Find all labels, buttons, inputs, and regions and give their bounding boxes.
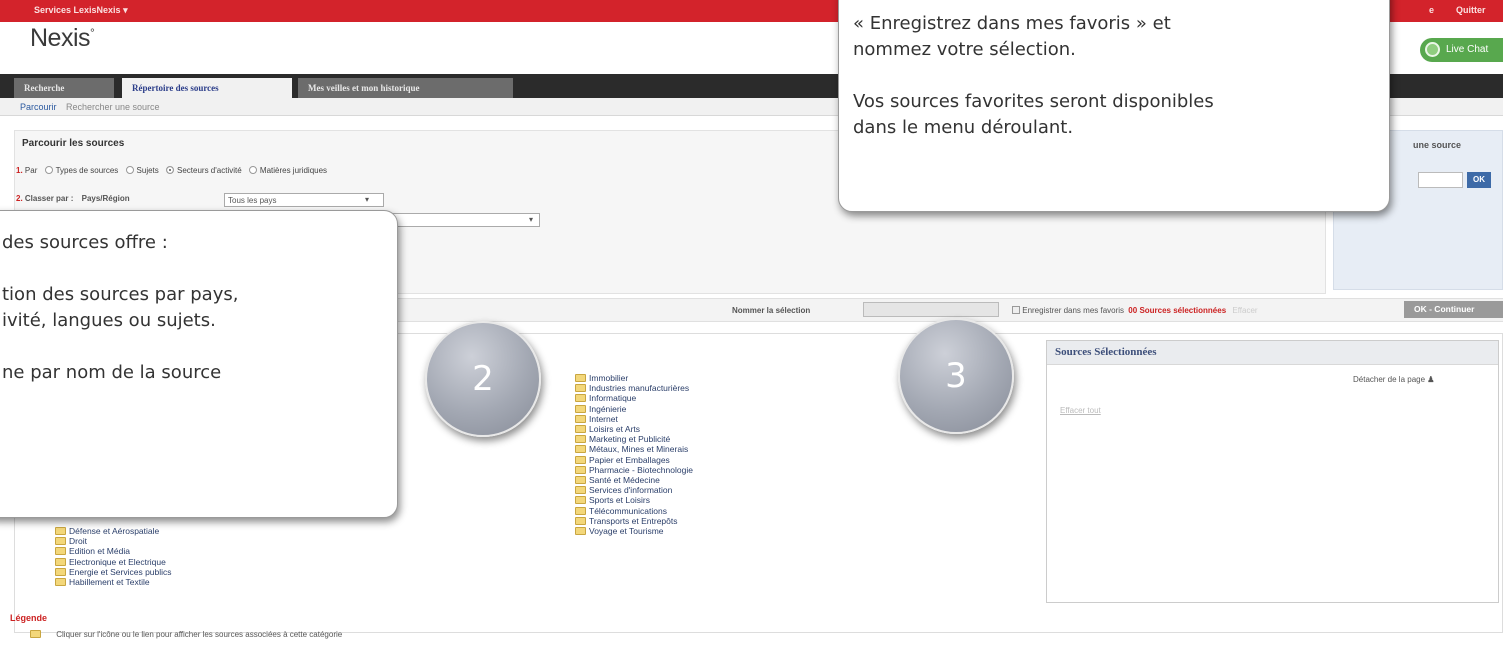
category-item[interactable]: Services d'information <box>575 485 693 495</box>
country-select[interactable]: Tous les pays ▾ <box>224 193 384 207</box>
category-item[interactable]: Papier et Emballages <box>575 455 693 465</box>
radio-secteurs[interactable] <box>166 166 174 174</box>
selected-count: 00 <box>1128 306 1138 315</box>
services-menu[interactable]: Services LexisNexis ▾ <box>34 5 128 16</box>
radio-types[interactable] <box>44 166 53 174</box>
save-favorites-checkbox[interactable] <box>1012 306 1020 314</box>
callout-favorites: « Enregistrez dans mes favoris » et nomm… <box>838 0 1390 212</box>
folder-icon <box>575 414 586 423</box>
secondary-select[interactable]: ▾ <box>380 213 540 227</box>
category-item[interactable]: Marketing et Publicité <box>575 434 693 444</box>
callout-sources-directory: des sources offre : tion des sources par… <box>0 210 398 518</box>
chat-bubble-icon <box>1425 42 1440 57</box>
person-icon: ♟ <box>1427 375 1435 384</box>
folder-icon <box>55 557 66 566</box>
save-favorites-row: Enregistrer dans mes favoris 00 Sources … <box>1012 306 1258 315</box>
folder-icon <box>575 425 586 434</box>
step1-row: 1. Par Types de sources Sujets Secteurs … <box>16 166 328 175</box>
category-item[interactable]: Industries manufacturières <box>575 383 693 393</box>
selected-sources-title: Sources Sélectionnées <box>1047 341 1498 365</box>
category-item[interactable]: Métaux, Mines et Minerais <box>575 444 693 454</box>
folder-icon <box>55 567 66 576</box>
category-item[interactable]: Informatique <box>575 393 693 403</box>
category-item[interactable]: Voyage et Tourisme <box>575 526 693 536</box>
category-item[interactable]: Défense et Aérospatiale <box>55 526 172 536</box>
detach-link[interactable]: Détacher de la page ♟ <box>1353 375 1434 384</box>
folder-icon <box>55 527 66 535</box>
folder-icon <box>575 496 586 505</box>
search-source-title: une source <box>1413 140 1462 150</box>
legend-title: Légende <box>10 613 48 623</box>
folder-icon <box>575 374 586 382</box>
folder-icon <box>575 476 586 485</box>
category-list-left: Défense et Aérospatiale Droit Edition et… <box>55 526 172 587</box>
folder-icon <box>55 547 66 556</box>
category-list-middle: Immobilier Industries manufacturières In… <box>575 373 693 536</box>
folder-icon <box>575 527 586 536</box>
tab-repertoire-sources[interactable]: Répertoire des sources <box>122 78 292 98</box>
category-item[interactable]: Edition et Média <box>55 546 172 556</box>
subnav-rechercher-source[interactable]: Rechercher une source <box>66 102 160 112</box>
folder-icon <box>575 465 586 474</box>
category-item[interactable]: Ingénierie <box>575 404 693 414</box>
category-item[interactable]: Sports et Loisirs <box>575 495 693 505</box>
search-ok-button[interactable]: OK <box>1467 172 1491 188</box>
live-chat-button[interactable]: Live Chat <box>1420 38 1503 62</box>
folder-icon <box>575 455 586 464</box>
chevron-down-icon: ▾ <box>528 215 533 224</box>
folder-icon <box>575 404 586 413</box>
folder-icon <box>55 578 66 587</box>
chevron-down-icon: ▾ <box>364 195 369 204</box>
quit-link[interactable]: Quitter <box>1456 5 1486 15</box>
clear-selection-link[interactable]: Effacer <box>1232 306 1257 315</box>
step-badge-2: 2 <box>425 321 541 437</box>
ok-continue-button[interactable]: OK - Continuer <box>1404 301 1503 318</box>
step-badge-3: 3 <box>898 318 1014 434</box>
search-source-input[interactable] <box>1418 172 1463 188</box>
nexis-logo: Nexis° <box>30 24 95 52</box>
top-link-partial[interactable]: e <box>1429 5 1434 15</box>
selection-name-label: Nommer la sélection <box>732 306 811 315</box>
step2-row: 2. Classer par : Pays/Région <box>16 194 130 203</box>
category-item[interactable]: Immobilier <box>575 373 693 383</box>
folder-icon <box>575 506 586 515</box>
category-item[interactable]: Transports et Entrepôts <box>575 516 693 526</box>
category-item[interactable]: Habillement et Textile <box>55 577 172 587</box>
folder-icon <box>575 486 586 495</box>
subnav-parcourir[interactable]: Parcourir <box>20 102 57 112</box>
category-item[interactable]: Internet <box>575 414 693 424</box>
browse-title: Parcourir les sources <box>22 138 125 149</box>
clear-all-link[interactable]: Effacer tout <box>1060 406 1101 415</box>
folder-icon <box>575 394 586 403</box>
folder-icon <box>575 516 586 525</box>
folder-icon <box>55 537 66 546</box>
selection-name-input[interactable] <box>863 302 999 317</box>
tab-recherche[interactable]: Recherche <box>14 78 114 98</box>
folder-icon <box>575 445 586 454</box>
folder-icon <box>575 435 586 444</box>
category-item[interactable]: Loisirs et Arts <box>575 424 693 434</box>
radio-matieres[interactable] <box>248 166 257 174</box>
category-item[interactable]: Energie et Services publics <box>55 567 172 577</box>
folder-icon <box>30 630 41 638</box>
category-item[interactable]: Droit <box>55 536 172 546</box>
category-item[interactable]: Santé et Médecine <box>575 475 693 485</box>
tab-veilles-historique[interactable]: Mes veilles et mon historique <box>298 78 513 98</box>
category-item[interactable]: Electronique et Electrique <box>55 557 172 567</box>
category-item[interactable]: Télécommunications <box>575 506 693 516</box>
selected-count-label: Sources sélectionnées <box>1139 306 1227 315</box>
radio-sujets[interactable] <box>125 166 134 174</box>
category-item[interactable]: Pharmacie - Biotechnologie <box>575 465 693 475</box>
folder-icon <box>575 384 586 393</box>
legend-row: Cliquer sur l'icône ou le lien pour affi… <box>30 630 342 639</box>
